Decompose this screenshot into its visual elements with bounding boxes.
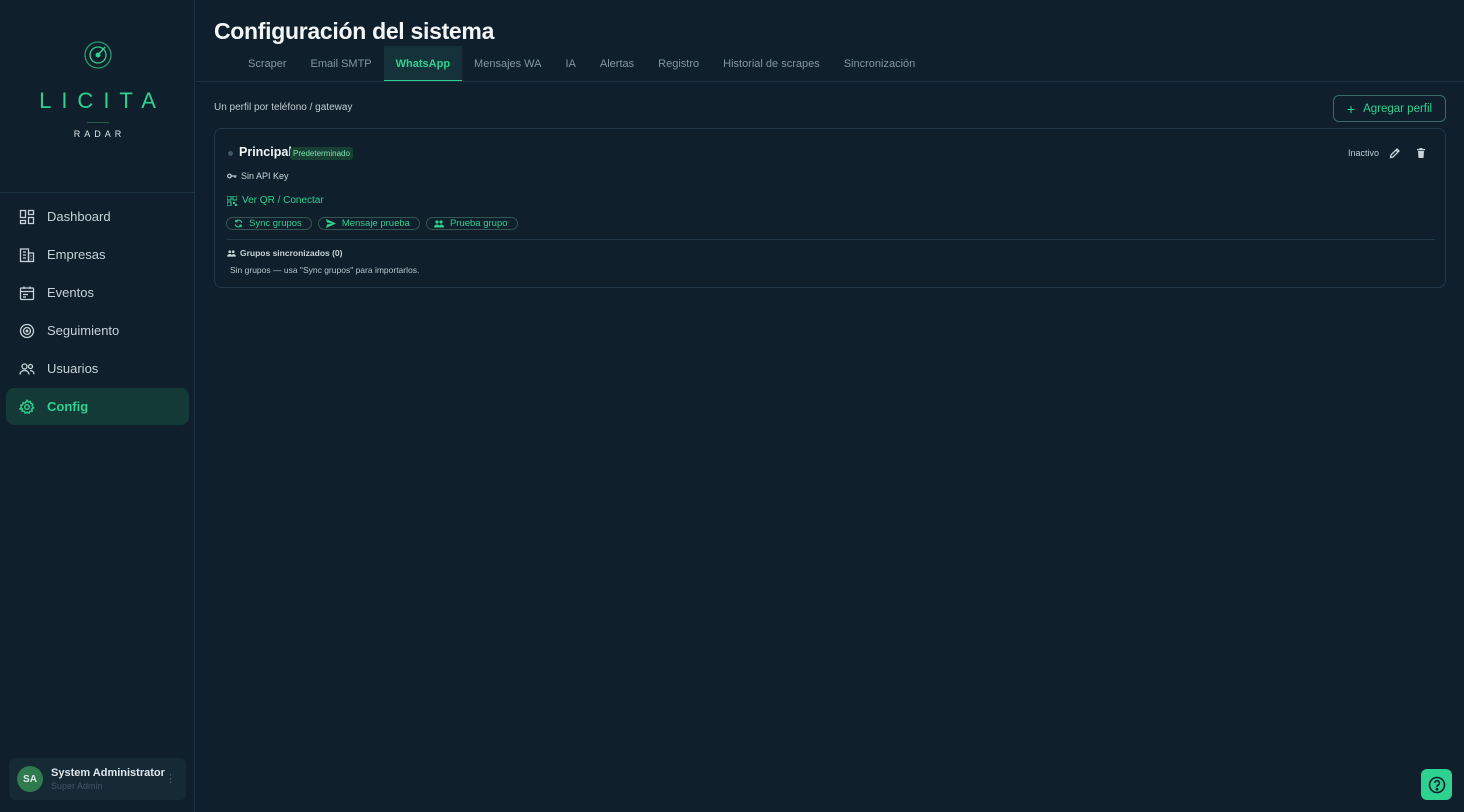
brand-divider bbox=[86, 122, 109, 123]
edit-icon[interactable] bbox=[1389, 146, 1401, 164]
user-card[interactable]: SA System Administrator Super Admin ⋮ bbox=[9, 758, 186, 800]
sidebar-item-label: Dashboard bbox=[47, 209, 111, 224]
plus-icon: + bbox=[1346, 100, 1356, 117]
qr-connect-link[interactable]: Ver QR / Conectar bbox=[227, 195, 324, 206]
key-icon bbox=[227, 173, 237, 179]
sidebar-item-label: Eventos bbox=[47, 285, 94, 300]
sidebar-item-empresas[interactable]: Empresas bbox=[6, 236, 189, 273]
gear-icon bbox=[19, 398, 35, 415]
tab-mensajes-wa[interactable]: Mensajes WA bbox=[462, 46, 553, 82]
group-icon bbox=[433, 219, 444, 227]
add-profile-button[interactable]: + Agregar perfil bbox=[1333, 95, 1446, 122]
building-icon bbox=[19, 247, 35, 263]
test-group-button[interactable]: Prueba grupo bbox=[425, 217, 518, 230]
trash-icon[interactable] bbox=[1415, 146, 1427, 164]
sidebar-item-eventos[interactable]: Eventos bbox=[6, 274, 189, 311]
qr-connect-label: Ver QR / Conectar bbox=[242, 195, 324, 206]
chip-label: Sync grupos bbox=[249, 218, 302, 229]
sidebar-item-label: Empresas bbox=[47, 247, 106, 262]
tab-whatsapp[interactable]: WhatsApp bbox=[383, 46, 463, 82]
tab-scraper[interactable]: Scraper bbox=[236, 46, 299, 82]
sidebar-item-config[interactable]: Config bbox=[6, 388, 189, 425]
chip-label: Mensaje prueba bbox=[341, 218, 410, 229]
groups-title: Grupos sincronizados (0) bbox=[240, 248, 343, 258]
sidebar-divider bbox=[0, 192, 195, 193]
sidebar-item-usuarios[interactable]: Usuarios bbox=[6, 350, 189, 387]
radar-icon bbox=[19, 323, 35, 339]
brand-logo: LICITA RADAR bbox=[0, 40, 195, 139]
add-profile-label: Agregar perfil bbox=[1363, 102, 1433, 115]
sidebar: LICITA RADAR Dashboard Empresas Eventos … bbox=[0, 0, 195, 812]
tab-alertas[interactable]: Alertas bbox=[588, 46, 646, 82]
page-title: Configuración del sistema bbox=[214, 18, 495, 44]
calendar-icon bbox=[19, 285, 35, 301]
status-label: Inactivo bbox=[1348, 148, 1380, 158]
default-badge: Predeterminado bbox=[290, 147, 353, 160]
groups-empty-message: Sin grupos — usa "Sync grupos" para impo… bbox=[230, 265, 420, 275]
api-key-status: Sin API Key bbox=[241, 171, 289, 181]
send-icon bbox=[325, 219, 336, 228]
users-icon bbox=[19, 361, 35, 377]
help-icon bbox=[1428, 776, 1445, 793]
api-key-row: Sin API Key bbox=[227, 171, 289, 181]
tab-historial-scrapes[interactable]: Historial de scrapes bbox=[711, 46, 832, 82]
profile-actions: Sync grupos Mensaje prueba Prueba grupo bbox=[226, 217, 524, 230]
chip-label: Prueba grupo bbox=[449, 218, 508, 229]
user-name: System Administrator bbox=[51, 767, 165, 779]
status-dot bbox=[228, 151, 233, 156]
card-divider bbox=[227, 239, 1435, 240]
tabs-divider bbox=[196, 81, 1464, 82]
more-vertical-icon[interactable]: ⋮ bbox=[165, 772, 176, 785]
sidebar-nav: Dashboard Empresas Eventos Seguimiento U… bbox=[6, 198, 189, 426]
sidebar-item-label: Seguimiento bbox=[47, 323, 120, 338]
tab-ia[interactable]: IA bbox=[554, 46, 588, 82]
tab-sincronizacion[interactable]: Sincronización bbox=[832, 46, 928, 82]
brand-tagline: RADAR bbox=[73, 129, 126, 139]
settings-tabs: Scraper Email SMTP WhatsApp Mensajes WA … bbox=[236, 46, 927, 82]
dashboard-icon bbox=[19, 209, 35, 225]
sidebar-item-label: Config bbox=[47, 399, 89, 414]
groups-heading: Grupos sincronizados (0) bbox=[227, 248, 343, 258]
radar-logo-icon bbox=[83, 41, 112, 69]
user-info: System Administrator Super Admin bbox=[51, 767, 165, 791]
user-role: Super Admin bbox=[51, 781, 103, 791]
brand-name: LICITA bbox=[39, 88, 166, 113]
profile-card: Principal Predeterminado Inactivo Sin AP… bbox=[214, 128, 1446, 288]
sync-icon bbox=[234, 219, 243, 228]
section-subtitle: Un perfil por teléfono / gateway bbox=[214, 102, 353, 113]
qr-code-icon bbox=[227, 195, 237, 206]
help-button[interactable] bbox=[1421, 769, 1452, 800]
sidebar-item-label: Usuarios bbox=[47, 361, 99, 376]
sidebar-item-seguimiento[interactable]: Seguimiento bbox=[6, 312, 189, 349]
sync-groups-button[interactable]: Sync grupos bbox=[226, 217, 312, 230]
tab-email-smtp[interactable]: Email SMTP bbox=[299, 46, 384, 82]
tab-registro[interactable]: Registro bbox=[646, 46, 711, 82]
profile-name: Principal bbox=[239, 145, 292, 159]
test-message-button[interactable]: Mensaje prueba bbox=[317, 217, 420, 230]
avatar: SA bbox=[17, 766, 43, 792]
sidebar-item-dashboard[interactable]: Dashboard bbox=[6, 198, 189, 235]
group-icon bbox=[227, 249, 236, 257]
